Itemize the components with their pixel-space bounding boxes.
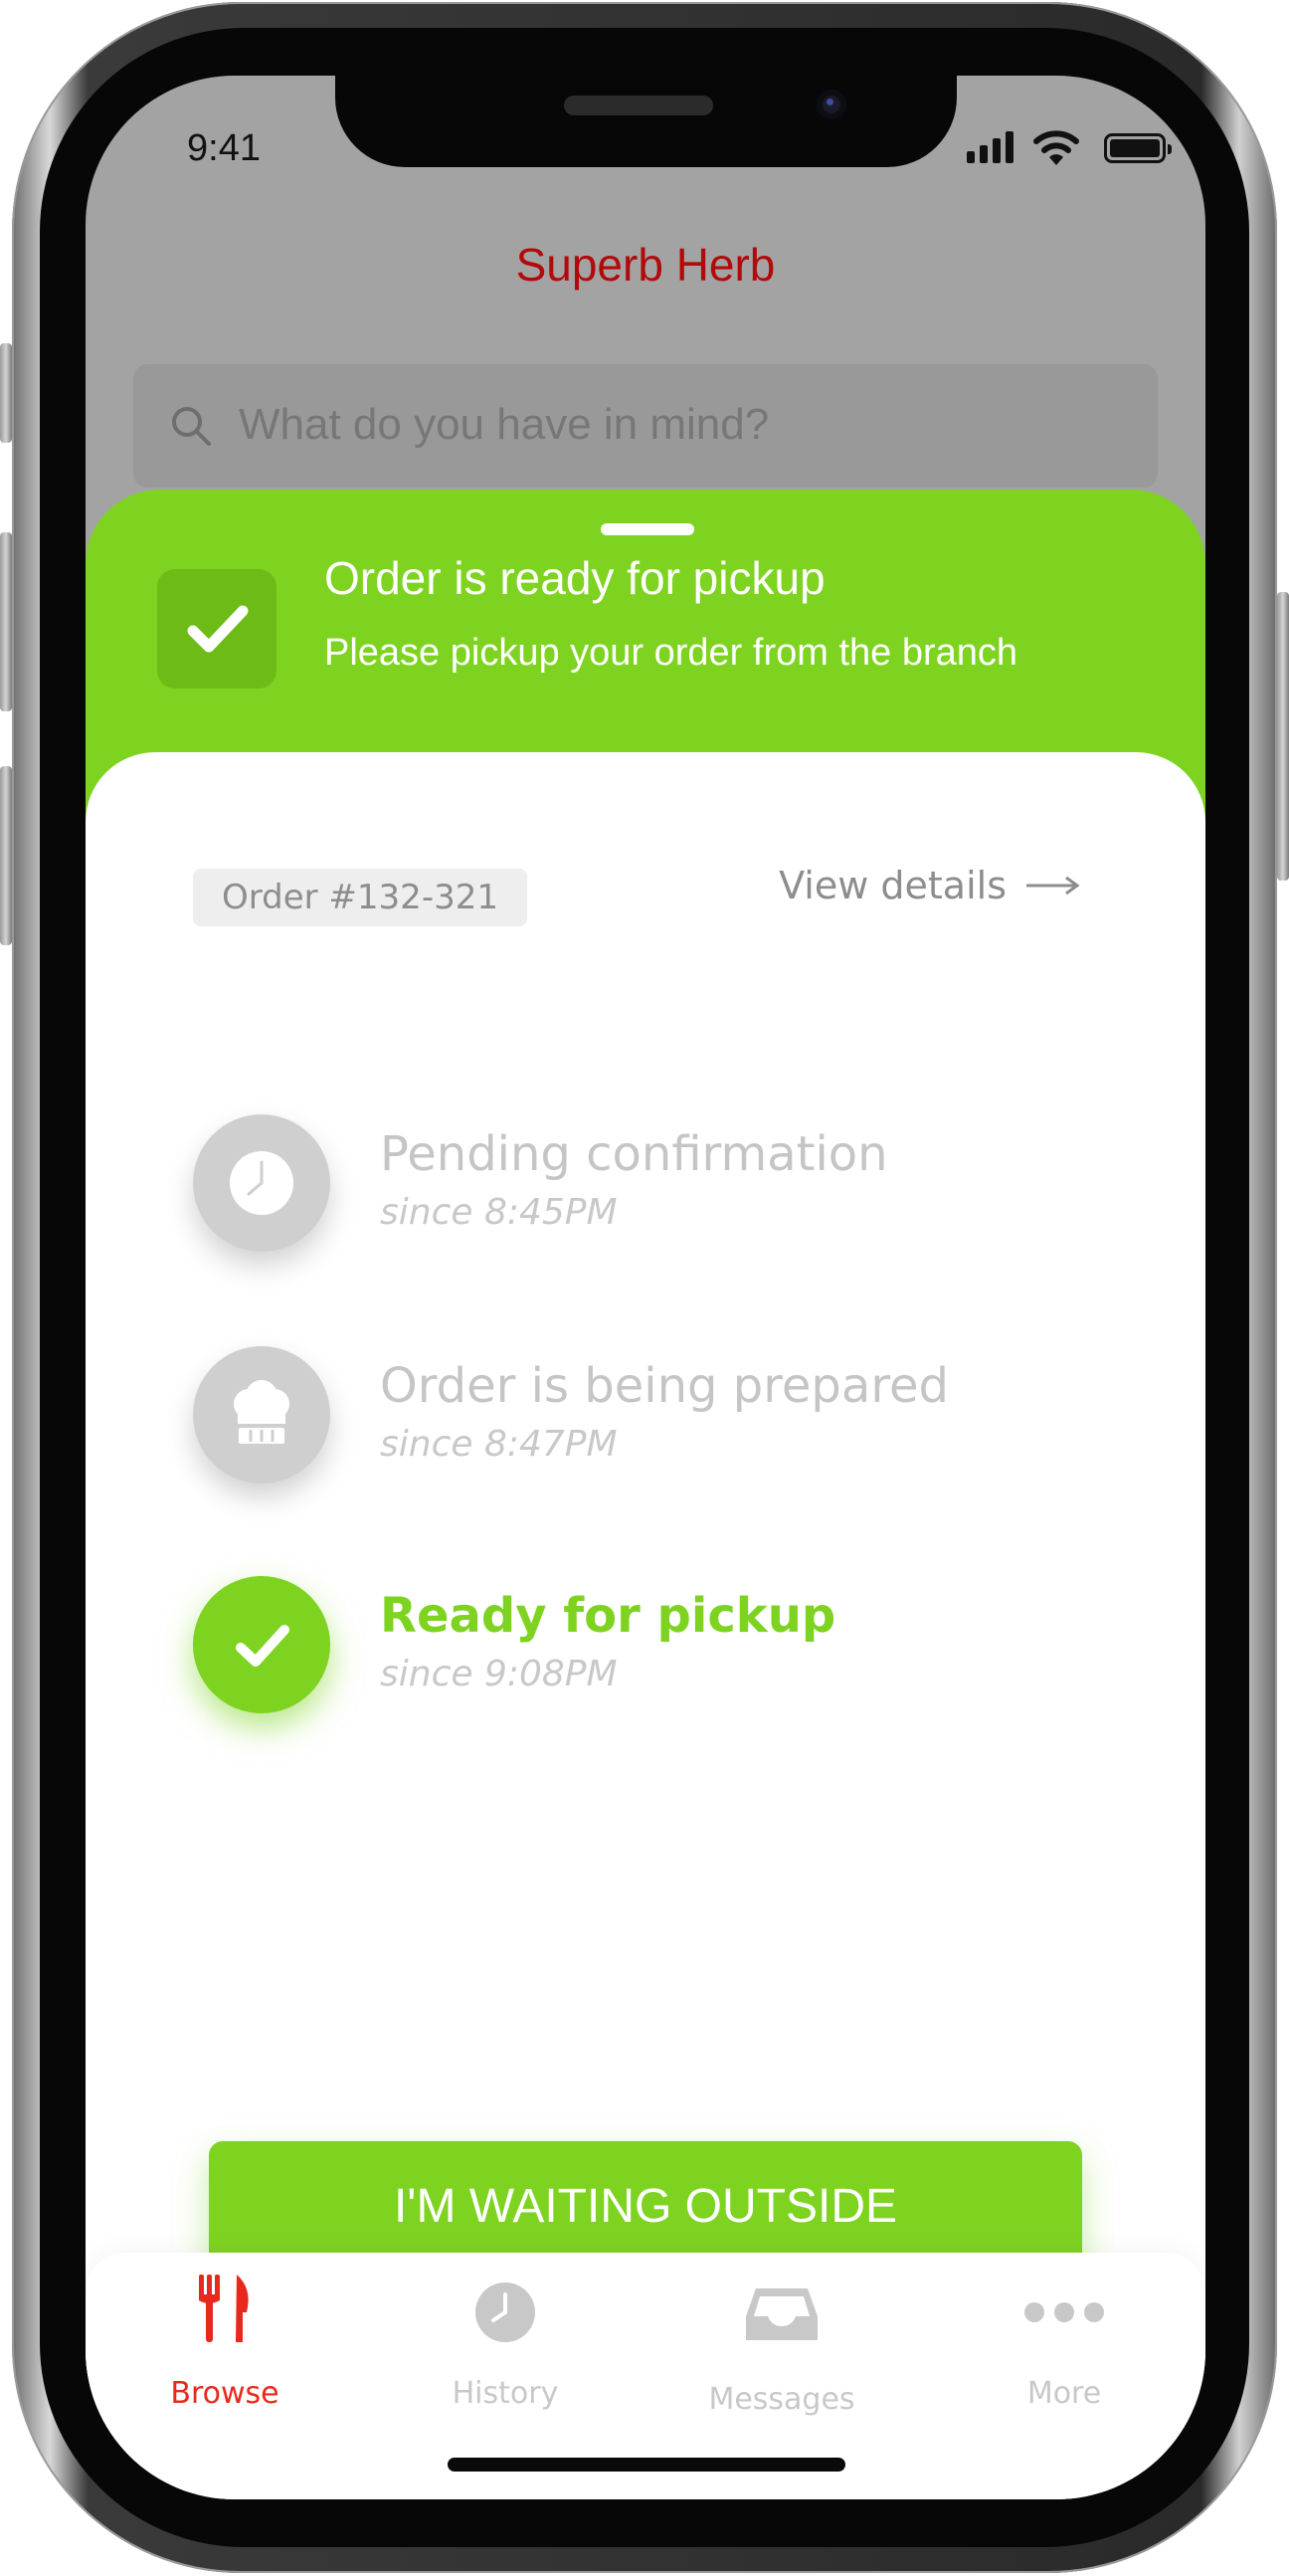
banner-title: Order is ready for pickup <box>324 552 826 604</box>
step-icon-circle <box>193 1114 330 1252</box>
step-time: since 9:08PM <box>380 1654 618 1694</box>
search-input[interactable] <box>237 394 1116 456</box>
step-icon-circle <box>193 1576 330 1713</box>
chef-hat-icon <box>234 1380 289 1444</box>
volume-up-button <box>0 532 12 711</box>
step-time: since 8:47PM <box>380 1424 618 1465</box>
banner-subtitle: Please pickup your order from the branch <box>324 632 1018 674</box>
tab-label: History <box>452 2376 559 2411</box>
wifi-icon <box>1033 130 1079 165</box>
step-title: Order is being prepared <box>380 1358 949 1414</box>
volume-down-button <box>0 766 12 945</box>
sheet-grabber[interactable] <box>601 523 694 535</box>
fork-knife-icon <box>199 2275 249 2342</box>
tab-history[interactable]: History <box>406 2273 605 2422</box>
clock-icon <box>475 2282 535 2342</box>
banner-check-tile <box>157 569 276 689</box>
tab-more[interactable]: More <box>965 2273 1164 2422</box>
notch <box>335 76 957 167</box>
step-title: Pending confirmation <box>380 1126 888 1182</box>
tab-messages[interactable]: Messages <box>682 2273 881 2422</box>
home-indicator[interactable] <box>448 2458 845 2472</box>
status-time: 9:41 <box>187 127 261 169</box>
check-icon <box>187 605 249 653</box>
check-icon <box>236 1625 289 1667</box>
app-title: Superb Herb <box>515 239 776 291</box>
step-icon-circle <box>193 1346 330 1484</box>
search-icon <box>172 407 211 446</box>
view-details-link[interactable]: View details <box>779 864 1080 907</box>
status-icons <box>967 127 1172 167</box>
clock-icon <box>230 1151 293 1215</box>
step-title: Ready for pickup <box>380 1588 836 1644</box>
screen: 9:41 Superb Herb O <box>86 76 1205 2499</box>
tab-label: More <box>1026 2376 1102 2411</box>
more-dots-icon <box>1024 2302 1104 2322</box>
order-sheet: Order #132-321 View details Pending conf… <box>86 752 1205 2499</box>
battery-icon <box>1104 133 1172 163</box>
tab-label: Browse <box>170 2376 279 2411</box>
front-camera <box>817 90 846 119</box>
tab-browse[interactable]: Browse <box>125 2273 324 2422</box>
arrow-right-icon <box>1026 876 1080 895</box>
tab-label: Messages <box>708 2382 855 2417</box>
speaker-grille <box>564 96 713 115</box>
search-bar[interactable] <box>133 364 1158 488</box>
order-number-badge: Order #132-321 <box>193 869 527 926</box>
mute-switch <box>0 343 12 443</box>
view-details-label: View details <box>779 864 1007 907</box>
power-button <box>1277 592 1289 881</box>
inbox-icon <box>746 2288 818 2340</box>
step-time: since 8:45PM <box>380 1192 618 1233</box>
